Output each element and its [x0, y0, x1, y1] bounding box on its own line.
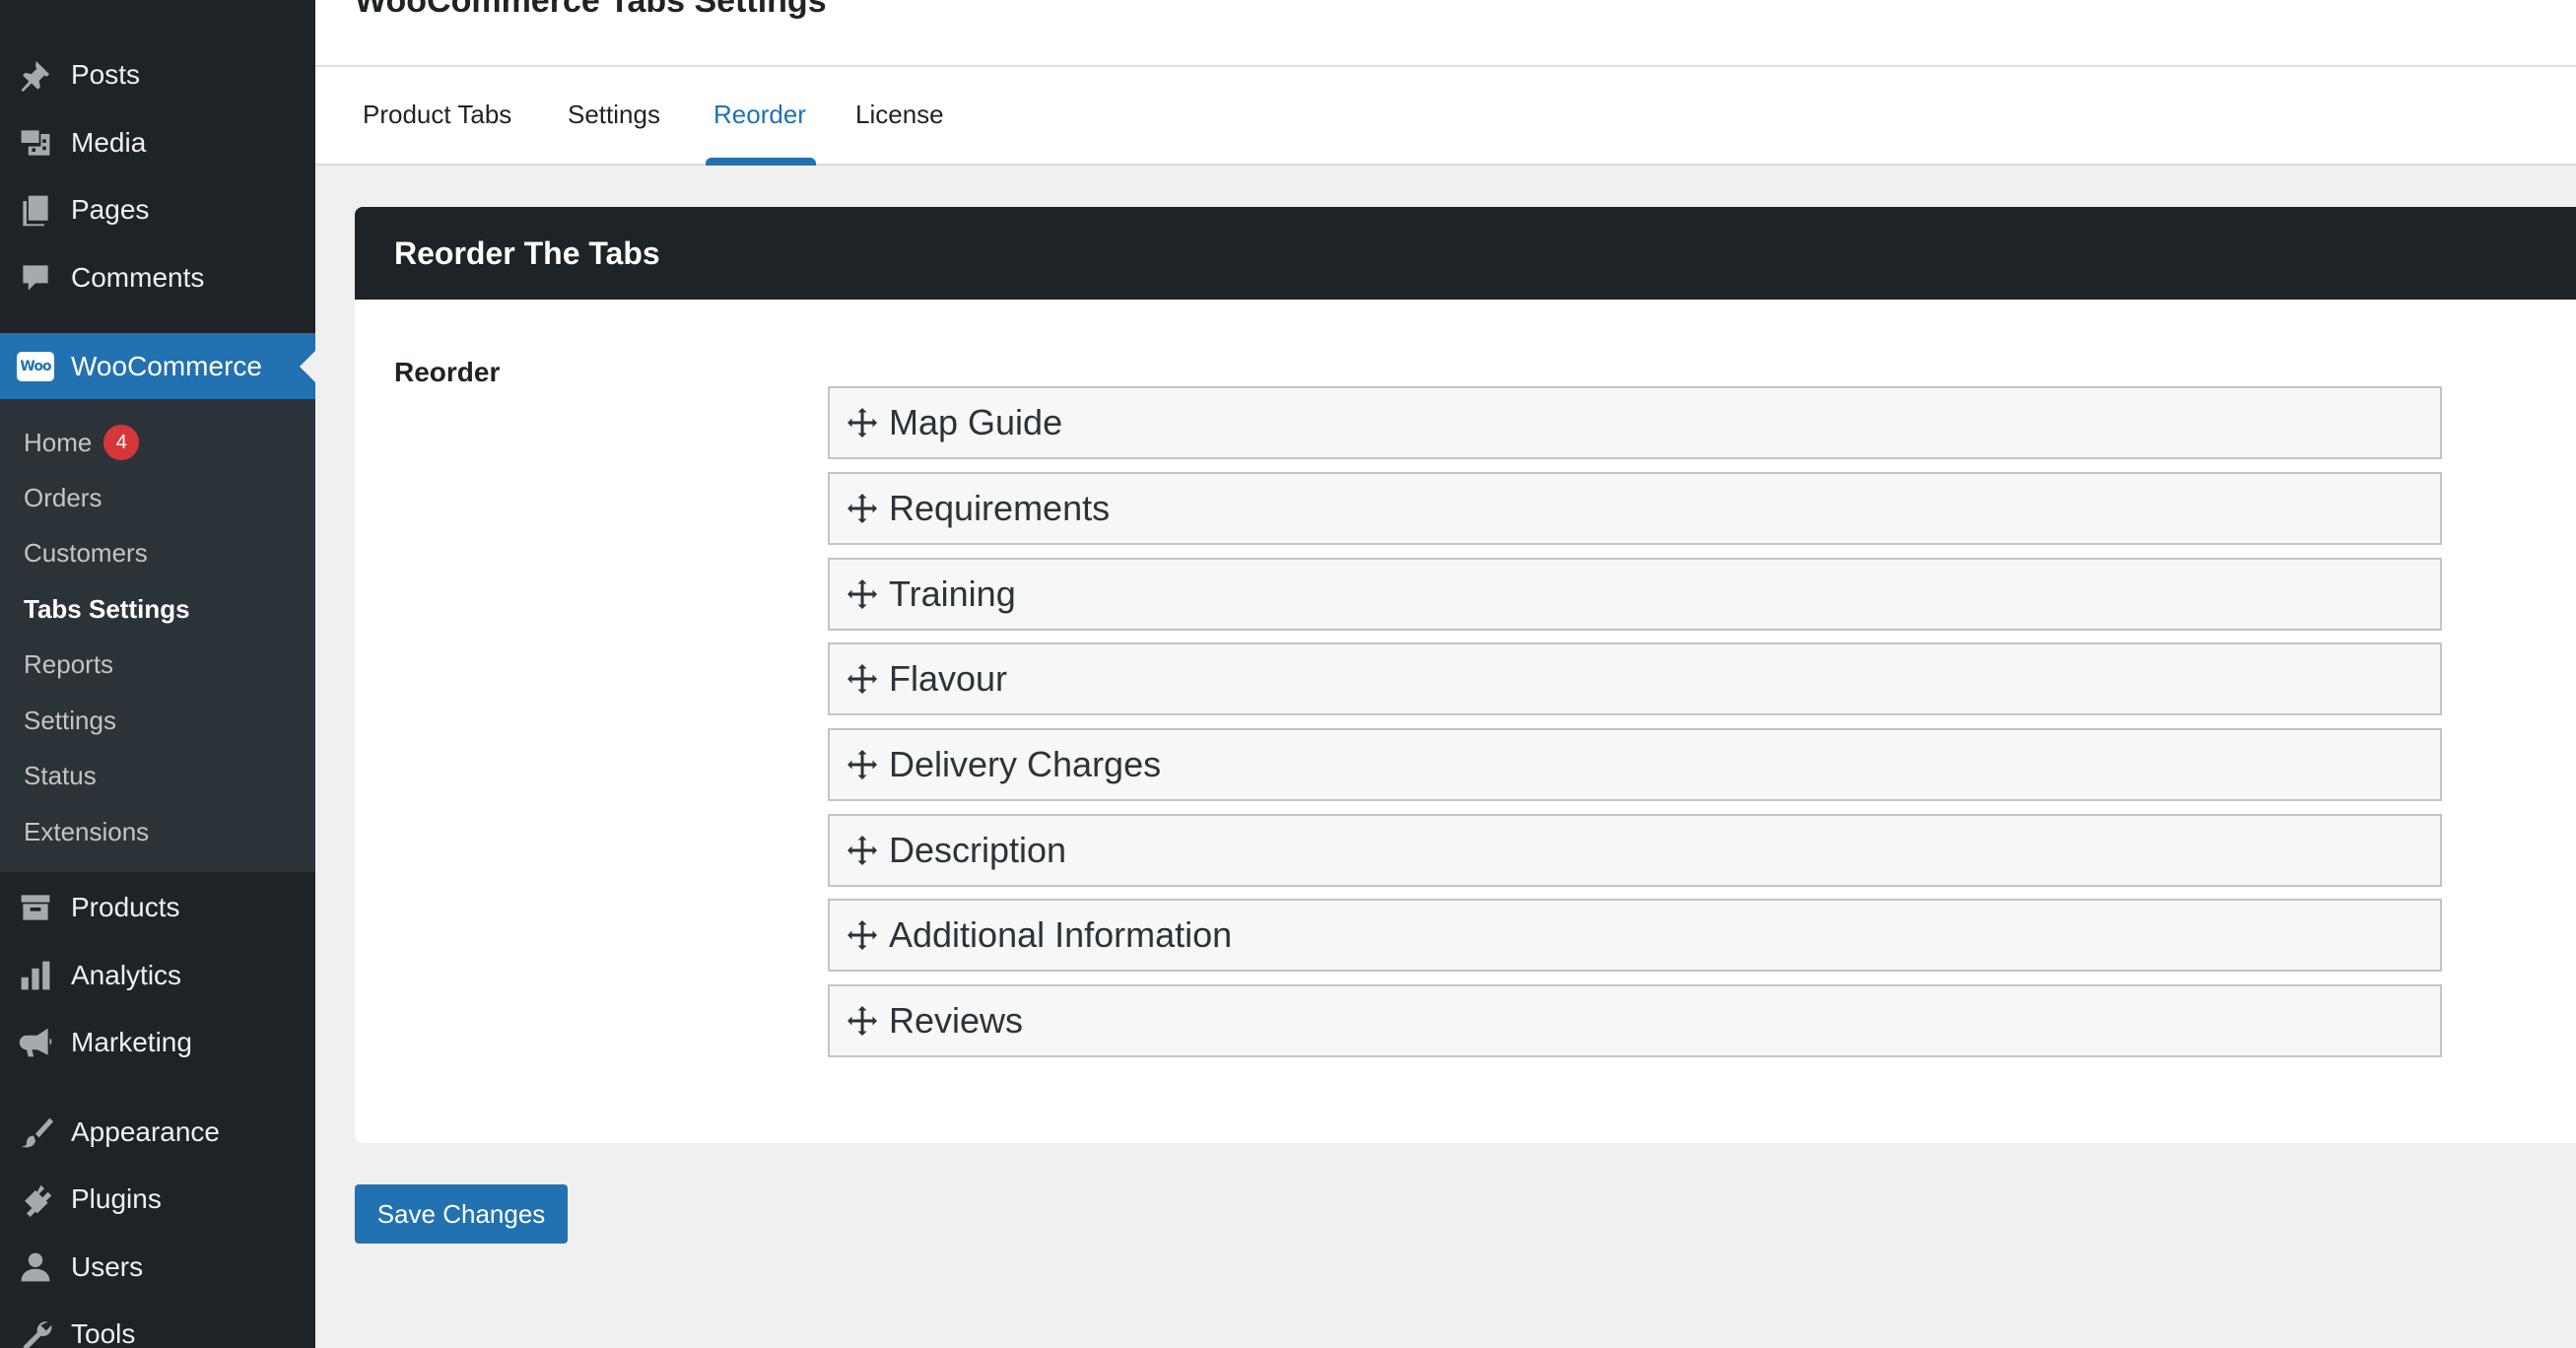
sortable-tab-item[interactable]: Flavour [828, 642, 2442, 715]
menu-label: Products [71, 892, 180, 922]
active-tab-indicator [706, 158, 816, 166]
menu-item-tools[interactable]: Tools [0, 1301, 315, 1348]
menu-item-posts[interactable]: Posts [0, 41, 315, 108]
menu-item-woocommerce[interactable]: Woo WooCommerce [0, 333, 315, 400]
menu-item-products[interactable]: Products [0, 874, 315, 941]
sortable-tab-item[interactable]: Map Guide [828, 386, 2442, 459]
menu-label: Tools [71, 1318, 136, 1348]
save-changes-button[interactable]: Save Changes [355, 1184, 568, 1244]
move-icon[interactable] [847, 920, 877, 950]
megaphone-icon [0, 1025, 71, 1060]
move-icon[interactable] [847, 750, 877, 779]
tab-item-label: Delivery Charges [889, 744, 1162, 784]
woocommerce-submenu: Home 4 Orders Customers Tabs Settings Re… [0, 399, 315, 872]
paintbrush-icon [0, 1114, 71, 1150]
menu-label: Plugins [71, 1183, 162, 1214]
move-icon[interactable] [847, 836, 877, 865]
bar-chart-icon [0, 958, 71, 993]
sortable-tab-item[interactable]: Requirements [828, 472, 2442, 545]
menu-label: Appearance [71, 1116, 221, 1147]
move-icon[interactable] [847, 1006, 877, 1036]
current-menu-arrow [300, 351, 315, 382]
submenu-item-home[interactable]: Home 4 [24, 423, 140, 462]
menu-label: Pages [71, 194, 150, 225]
tab-item-label: Description [889, 830, 1067, 870]
sortable-tab-item[interactable]: Additional Information [828, 899, 2442, 972]
wrench-icon [0, 1316, 71, 1348]
submenu-item-customers[interactable]: Customers [24, 533, 148, 573]
page-title: WooCommerce Tabs Settings [355, 0, 827, 20]
submenu-item-extensions[interactable]: Extensions [24, 812, 149, 851]
move-icon[interactable] [847, 579, 877, 609]
move-icon[interactable] [847, 408, 877, 438]
submenu-item-status[interactable]: Status [24, 756, 97, 795]
media-icon [0, 125, 71, 161]
menu-label: WooCommerce [71, 351, 262, 381]
pin-icon [0, 57, 71, 93]
menu-item-marketing[interactable]: Marketing [0, 1009, 315, 1076]
menu-item-plugins[interactable]: Plugins [0, 1166, 315, 1233]
sortable-tab-item[interactable]: Description [828, 814, 2442, 887]
submenu-item-tabs-settings[interactable]: Tabs Settings [24, 589, 190, 629]
move-icon[interactable] [847, 494, 877, 523]
tab-item-label: Map Guide [889, 402, 1063, 442]
user-icon [0, 1249, 71, 1285]
admin-sidebar: Posts Media Pages Comments Woo WooCommer… [0, 0, 315, 1348]
sortable-tab-item[interactable]: Training [828, 558, 2442, 631]
move-icon[interactable] [847, 664, 877, 694]
menu-item-users[interactable]: Users [0, 1234, 315, 1301]
tab-item-label: Training [889, 573, 1016, 614]
tab-item-label: Requirements [889, 488, 1111, 528]
tab-item-label: Reviews [889, 1000, 1024, 1041]
reorder-field-label: Reorder [394, 357, 501, 387]
menu-label: Posts [71, 59, 141, 90]
menu-label: Users [71, 1251, 144, 1282]
notification-badge: 4 [103, 425, 140, 460]
comment-icon [0, 260, 71, 296]
settings-header [315, 0, 2576, 166]
tab-settings[interactable]: Settings [568, 95, 660, 134]
menu-item-analytics[interactable]: Analytics [0, 942, 315, 1009]
pages-icon [0, 192, 71, 228]
submenu-item-orders[interactable]: Orders [24, 478, 102, 517]
woocommerce-logo: Woo [0, 352, 71, 381]
menu-item-comments[interactable]: Comments [0, 244, 315, 311]
sortable-tab-item[interactable]: Reviews [828, 984, 2442, 1057]
menu-item-pages[interactable]: Pages [0, 176, 315, 243]
submenu-item-settings[interactable]: Settings [24, 701, 116, 740]
tab-item-label: Flavour [889, 658, 1008, 699]
plug-icon [0, 1181, 71, 1217]
tab-product-tabs[interactable]: Product Tabs [363, 95, 511, 134]
submenu-item-reports[interactable]: Reports [24, 644, 113, 684]
menu-label: Comments [71, 262, 205, 293]
panel-title: Reorder The Tabs [355, 207, 2576, 300]
menu-label: Marketing [71, 1027, 192, 1057]
tab-reorder[interactable]: Reorder [713, 95, 806, 134]
menu-label: Analytics [71, 960, 182, 990]
header-divider [315, 65, 2576, 67]
menu-item-media[interactable]: Media [0, 109, 315, 176]
tab-license[interactable]: License [855, 95, 944, 134]
menu-item-appearance[interactable]: Appearance [0, 1099, 315, 1166]
tab-item-label: Additional Information [889, 914, 1233, 955]
sortable-tab-item[interactable]: Delivery Charges [828, 728, 2442, 801]
menu-label: Media [71, 127, 147, 158]
archive-icon [0, 890, 71, 925]
